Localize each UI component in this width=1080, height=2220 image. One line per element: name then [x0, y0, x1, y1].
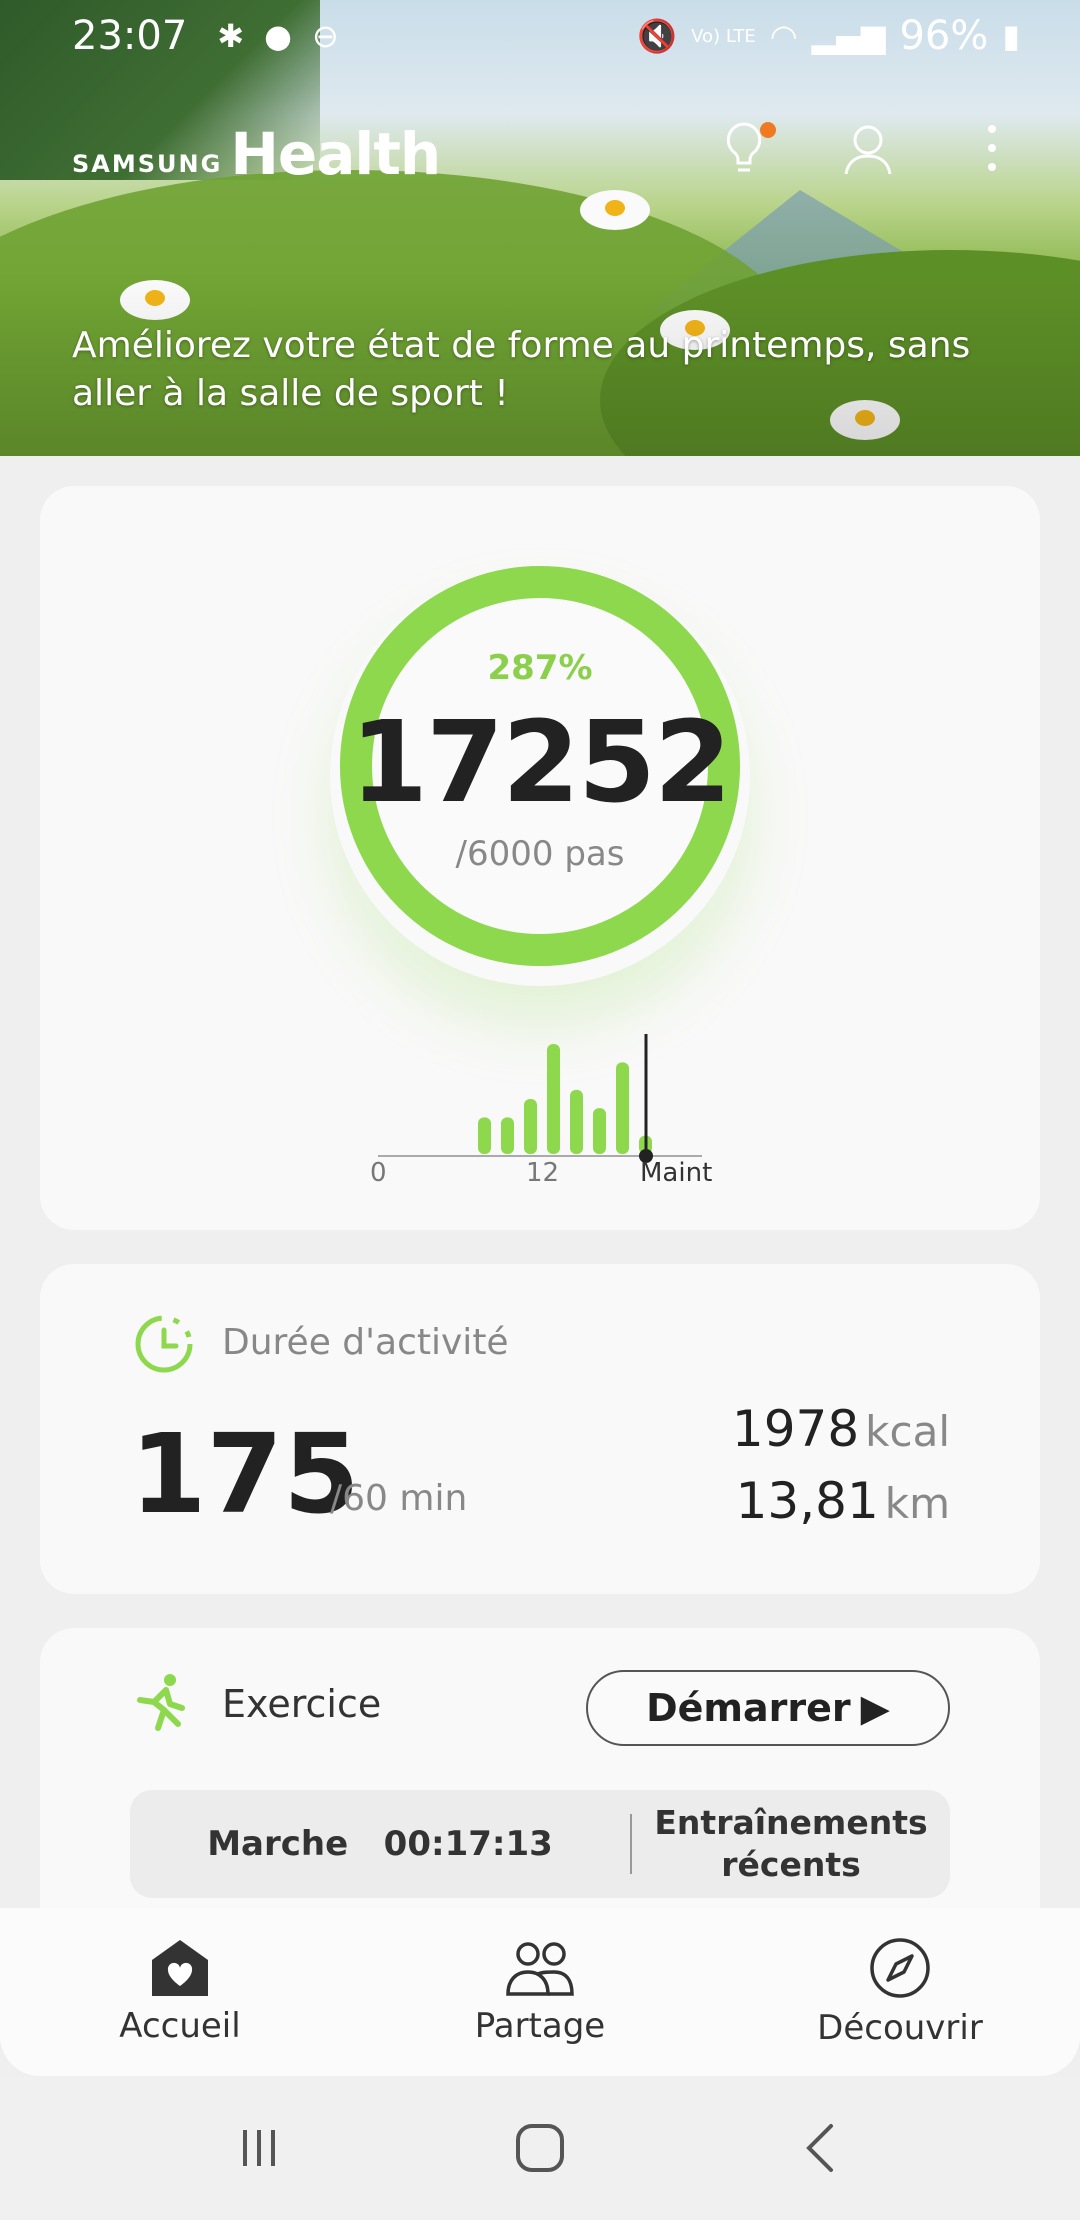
- calories-value: 1978: [731, 1400, 860, 1458]
- recent-apps-icon[interactable]: [235, 2124, 283, 2172]
- volte-icon: Vo) LTE: [691, 25, 756, 47]
- nav-home[interactable]: Accueil: [0, 1908, 360, 2076]
- hourly-bar: [616, 1062, 629, 1154]
- banner-promo-text: Améliorez votre état de forme au printem…: [72, 325, 971, 414]
- battery-icon: ▮: [1002, 17, 1020, 55]
- header-banner[interactable]: 23:07 ✱ ● ⊖ 🔇 Vo) LTE ◠ ▂▄▆ 96% ▮ SAMSUN…: [0, 0, 1080, 456]
- activity-title: Durée d'activité: [222, 1322, 509, 1363]
- start-label: Démarrer: [646, 1686, 851, 1730]
- app-logo: SAMSUNG Health: [72, 120, 441, 188]
- distance-unit: km: [884, 1479, 950, 1528]
- status-time: 23:07: [72, 13, 188, 59]
- chart-label-start: 0: [370, 1158, 387, 1188]
- hourly-bar: [570, 1089, 583, 1154]
- more-options-button[interactable]: [962, 118, 1022, 178]
- nav-home-label: Accueil: [119, 2006, 241, 2046]
- back-icon[interactable]: [797, 2120, 845, 2176]
- last-workout-duration: 00:17:13: [383, 1824, 553, 1864]
- signal-icon: ▂▄▆: [811, 17, 886, 55]
- activity-timer-icon: [135, 1315, 193, 1373]
- steps-count: 17252: [350, 698, 732, 828]
- recent-workouts-button[interactable]: Entraînements récents: [632, 1802, 950, 1886]
- start-exercise-button[interactable]: Démarrer ▶: [586, 1670, 950, 1746]
- steps-percent: 287%: [487, 648, 593, 688]
- mute-icon: 🔇: [637, 17, 678, 55]
- wifi-icon: ◠: [769, 17, 798, 55]
- play-icon: ▶: [860, 1686, 890, 1730]
- exercise-title: Exercice: [222, 1682, 382, 1726]
- logo-samsung: SAMSUNG: [72, 150, 223, 178]
- nav-share-label: Partage: [474, 2006, 606, 2046]
- calories-unit: kcal: [865, 1407, 950, 1456]
- nav-share[interactable]: Partage: [360, 1908, 720, 2076]
- status-bar: 23:07 ✱ ● ⊖ 🔇 Vo) LTE ◠ ▂▄▆ 96% ▮: [72, 12, 1020, 60]
- dnd-icon: ⊖: [312, 17, 339, 55]
- header-actions: [714, 118, 1022, 178]
- chart-label-now: Maint: [640, 1158, 713, 1188]
- bottom-navigation: Accueil Partage Découvrir: [0, 1908, 1080, 2076]
- profile-button[interactable]: [838, 118, 898, 178]
- compass-icon: [870, 1938, 930, 1998]
- running-icon: [137, 1674, 185, 1731]
- chart-label-mid: 12: [526, 1158, 560, 1188]
- more-vert-icon: [988, 125, 996, 171]
- activity-duration-card[interactable]: Durée d'activité 175 /60 min 1978 kcal 13…: [40, 1264, 1040, 1594]
- activity-goal: /60 min: [330, 1478, 468, 1519]
- bluetooth-icon: ✱: [217, 17, 245, 55]
- notification-badge: [760, 122, 776, 138]
- battery-percent: 96%: [899, 13, 989, 59]
- notification-icons: ✱ ● ⊖: [217, 17, 339, 55]
- last-workout-type: Marche: [207, 1824, 349, 1864]
- daisy-flower: [580, 190, 650, 230]
- activity-minutes: 175: [130, 1410, 360, 1538]
- profile-icon: [844, 125, 892, 175]
- home-heart-icon: [152, 1940, 208, 1996]
- hourly-bar: [524, 1099, 537, 1154]
- hourly-bar: [501, 1117, 514, 1154]
- nav-discover-label: Découvrir: [817, 2008, 983, 2048]
- tips-button[interactable]: [714, 118, 776, 178]
- distance-readout: 13,81 km: [736, 1472, 950, 1530]
- hourly-bar: [593, 1108, 606, 1154]
- people-icon: [506, 1942, 574, 1996]
- nav-discover[interactable]: Découvrir: [720, 1908, 1080, 2076]
- logo-health: Health: [230, 120, 441, 188]
- hourly-bar: [478, 1117, 491, 1154]
- home-icon[interactable]: [512, 2120, 568, 2176]
- last-workout-button[interactable]: Marche 00:17:13: [130, 1824, 630, 1864]
- steps-card[interactable]: 287% 17252 /6000 pas 0 12 Maint: [40, 486, 1040, 1230]
- status-right: 🔇 Vo) LTE ◠ ▂▄▆ 96% ▮: [637, 13, 1020, 59]
- system-navigation-bar: [0, 2076, 1080, 2220]
- distance-value: 13,81: [735, 1472, 879, 1530]
- messenger-icon: ●: [264, 17, 293, 55]
- hourly-bar: [547, 1044, 560, 1154]
- steps-goal: /6000 pas: [455, 834, 625, 874]
- calories-readout: 1978 kcal: [732, 1400, 950, 1458]
- exercise-shortcuts: Marche 00:17:13 Entraînements récents: [130, 1790, 950, 1898]
